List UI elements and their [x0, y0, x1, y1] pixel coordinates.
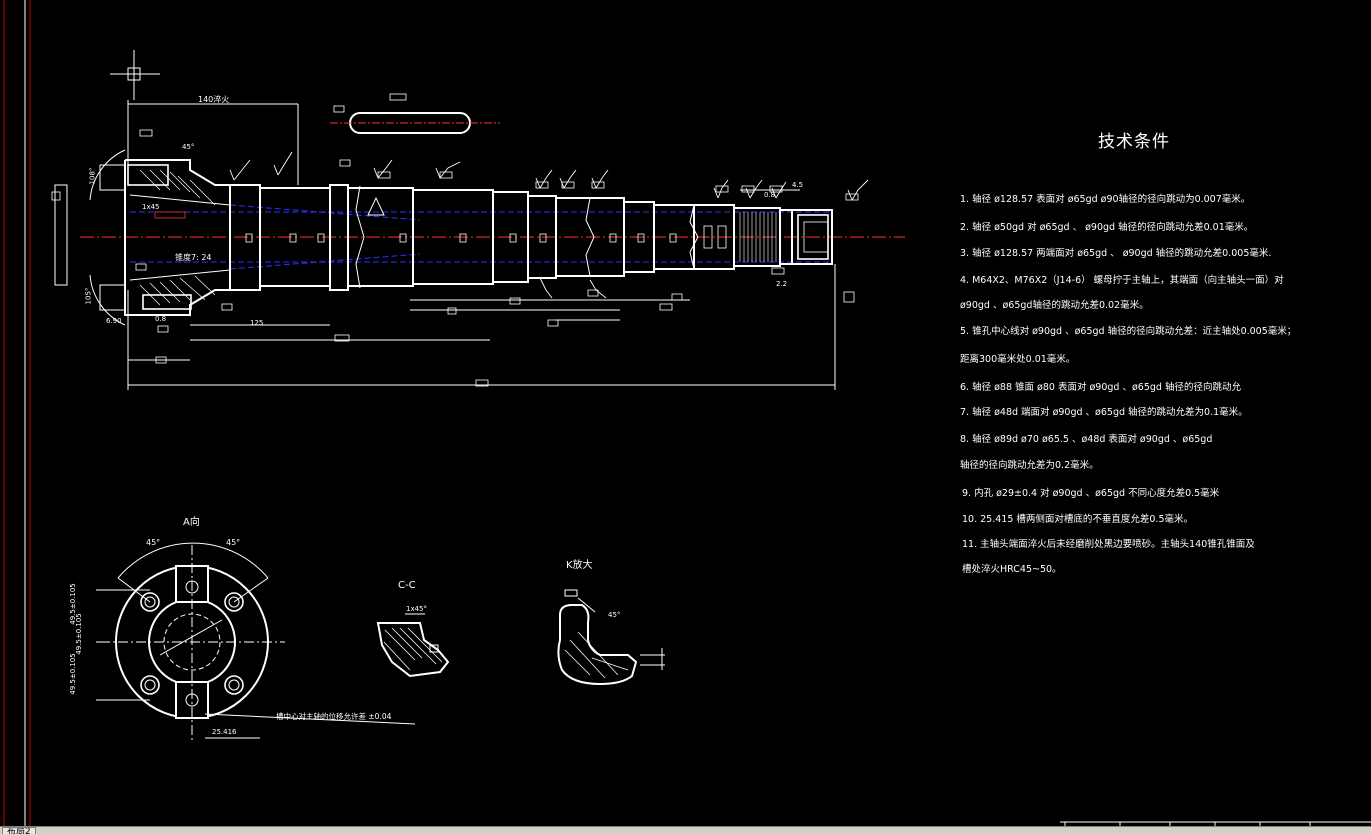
shaft-drawing — [51, 93, 905, 390]
tech-item: 5. 锥孔中心线对 ø90gd 、ø65gd 轴径的径向跳动允差：近主轴处0.0… — [960, 326, 1297, 337]
crosshair-cursor-icon — [110, 50, 160, 100]
view-k-drawing — [557, 589, 665, 686]
dim-4-5: 4.5 — [792, 181, 804, 189]
dim-2-2: 2.2 — [776, 280, 788, 288]
view-a-title: A向 — [183, 517, 200, 528]
tech-item: 1. 轴径 ø128.57 表面对 ø65gd ø90轴径的径向跳动为0.007… — [960, 194, 1251, 205]
dim-0-8b: 0.8 — [764, 191, 776, 199]
dim-45-top: 45° — [182, 143, 195, 151]
view-a-width: 25.416 — [212, 728, 237, 736]
tech-item: 4. M64X2、M76X2（J14-6） 螺母拧于主轴上，其端面（向主轴头一面… — [960, 275, 1284, 286]
tech-item: 6. 轴径 ø88 锥面 ø80 表面对 ø90gd 、ø65gd 轴径的径向跳… — [960, 382, 1241, 393]
dim-125: 125 — [250, 319, 264, 327]
tech-item: ø90gd 、ø65gd轴径的跳动允差0.02毫米。 — [960, 300, 1149, 311]
tech-item: 2. 轴径 ø50gd 对 ø65gd 、 ø90gd 轴径的径向跳动允差0.0… — [960, 222, 1254, 233]
view-cc-chamfer: 1x45° — [406, 605, 428, 613]
view-cc-drawing — [376, 613, 450, 678]
dim-108: 108° — [88, 167, 97, 185]
dim-taper: 锥度7: 24 — [175, 253, 212, 262]
view-cc-title: C-C — [398, 580, 416, 591]
tech-title: 技术条件 — [1098, 132, 1170, 152]
tech-item: 3. 轴径 ø128.57 两端面对 ø65gd 、 ø90gd 轴径的跳动允差… — [960, 248, 1272, 259]
view-a-note: 槽中心对主轴的位移允许差 ±0.04 — [276, 712, 392, 721]
view-k-title: K放大 — [566, 560, 593, 571]
dim-1x45: 1x45 — [142, 203, 160, 211]
view-k-angle: 45° — [608, 611, 621, 619]
tech-item: 槽处淬火HRC45~50。 — [962, 564, 1062, 575]
tech-item: 轴径的径向跳动允差为0.2毫米。 — [960, 460, 1099, 471]
tech-item: 9. 内孔 ø29±0.4 对 ø90gd 、ø65gd 不同心度允差0.5毫米 — [962, 488, 1220, 499]
tech-item: 10. 25.415 槽两侧面对槽底的不垂直度允差0.5毫米。 — [962, 514, 1193, 525]
tech-item: 8. 轴径 ø89d ø70 ø65.5 、ø48d 表面对 ø90gd 、ø6… — [960, 434, 1213, 445]
dim-105: 105° — [84, 287, 93, 305]
view-a-dim-3: 49.5±0.105 — [68, 653, 77, 695]
dim-0-8: 0.8 — [155, 315, 167, 323]
dim-top-length: 140淬火 — [198, 95, 230, 104]
view-a-angle-right: 45° — [226, 538, 241, 547]
view-a-angle-left: 45° — [146, 538, 161, 547]
dim-6-90: 6.90 — [106, 317, 122, 325]
tech-item: 距离300毫米处0.01毫米。 — [960, 354, 1076, 365]
tech-item: 7. 轴径 ø48d 端面对 ø90gd 、ø65gd 轴径的跳动允差为0.1毫… — [960, 407, 1248, 418]
tech-item: 11. 主轴头端面淬火后未经磨削处黑边要喷砂。主轴头140锥孔锥面及 — [962, 539, 1255, 550]
view-a-dim-2: 49.5±0.105 — [74, 613, 83, 655]
